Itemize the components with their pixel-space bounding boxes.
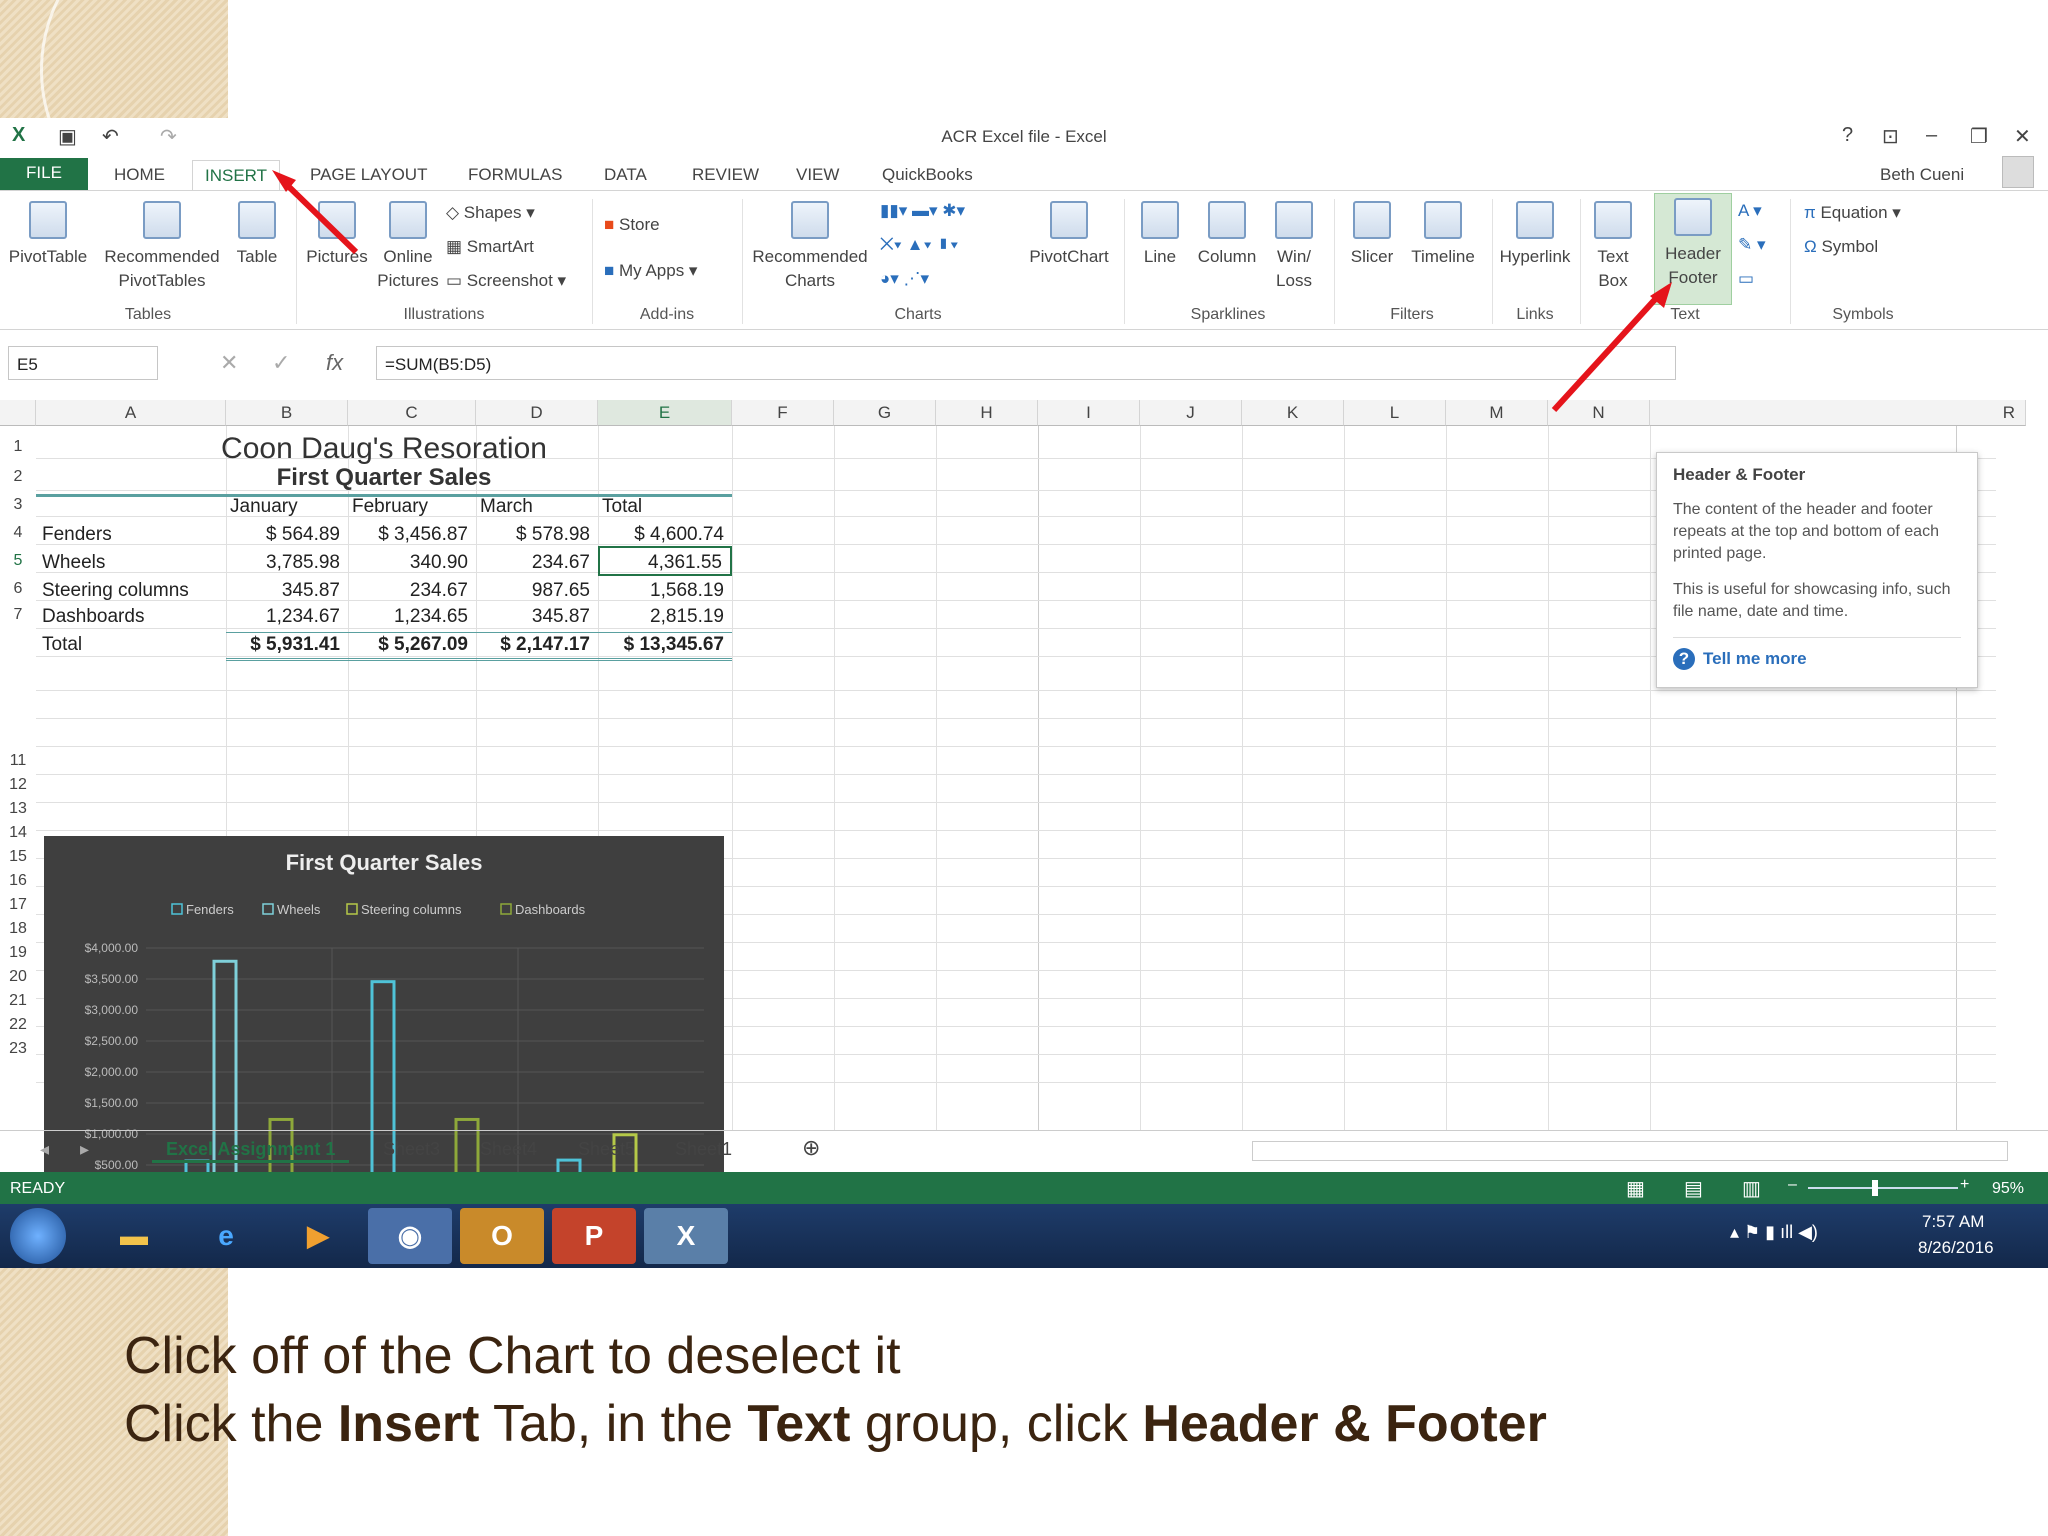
annotation-arrows — [272, 170, 1672, 413]
arrow-to-header-footer — [1551, 291, 1663, 413]
arrow-to-insert-tab — [281, 179, 359, 255]
